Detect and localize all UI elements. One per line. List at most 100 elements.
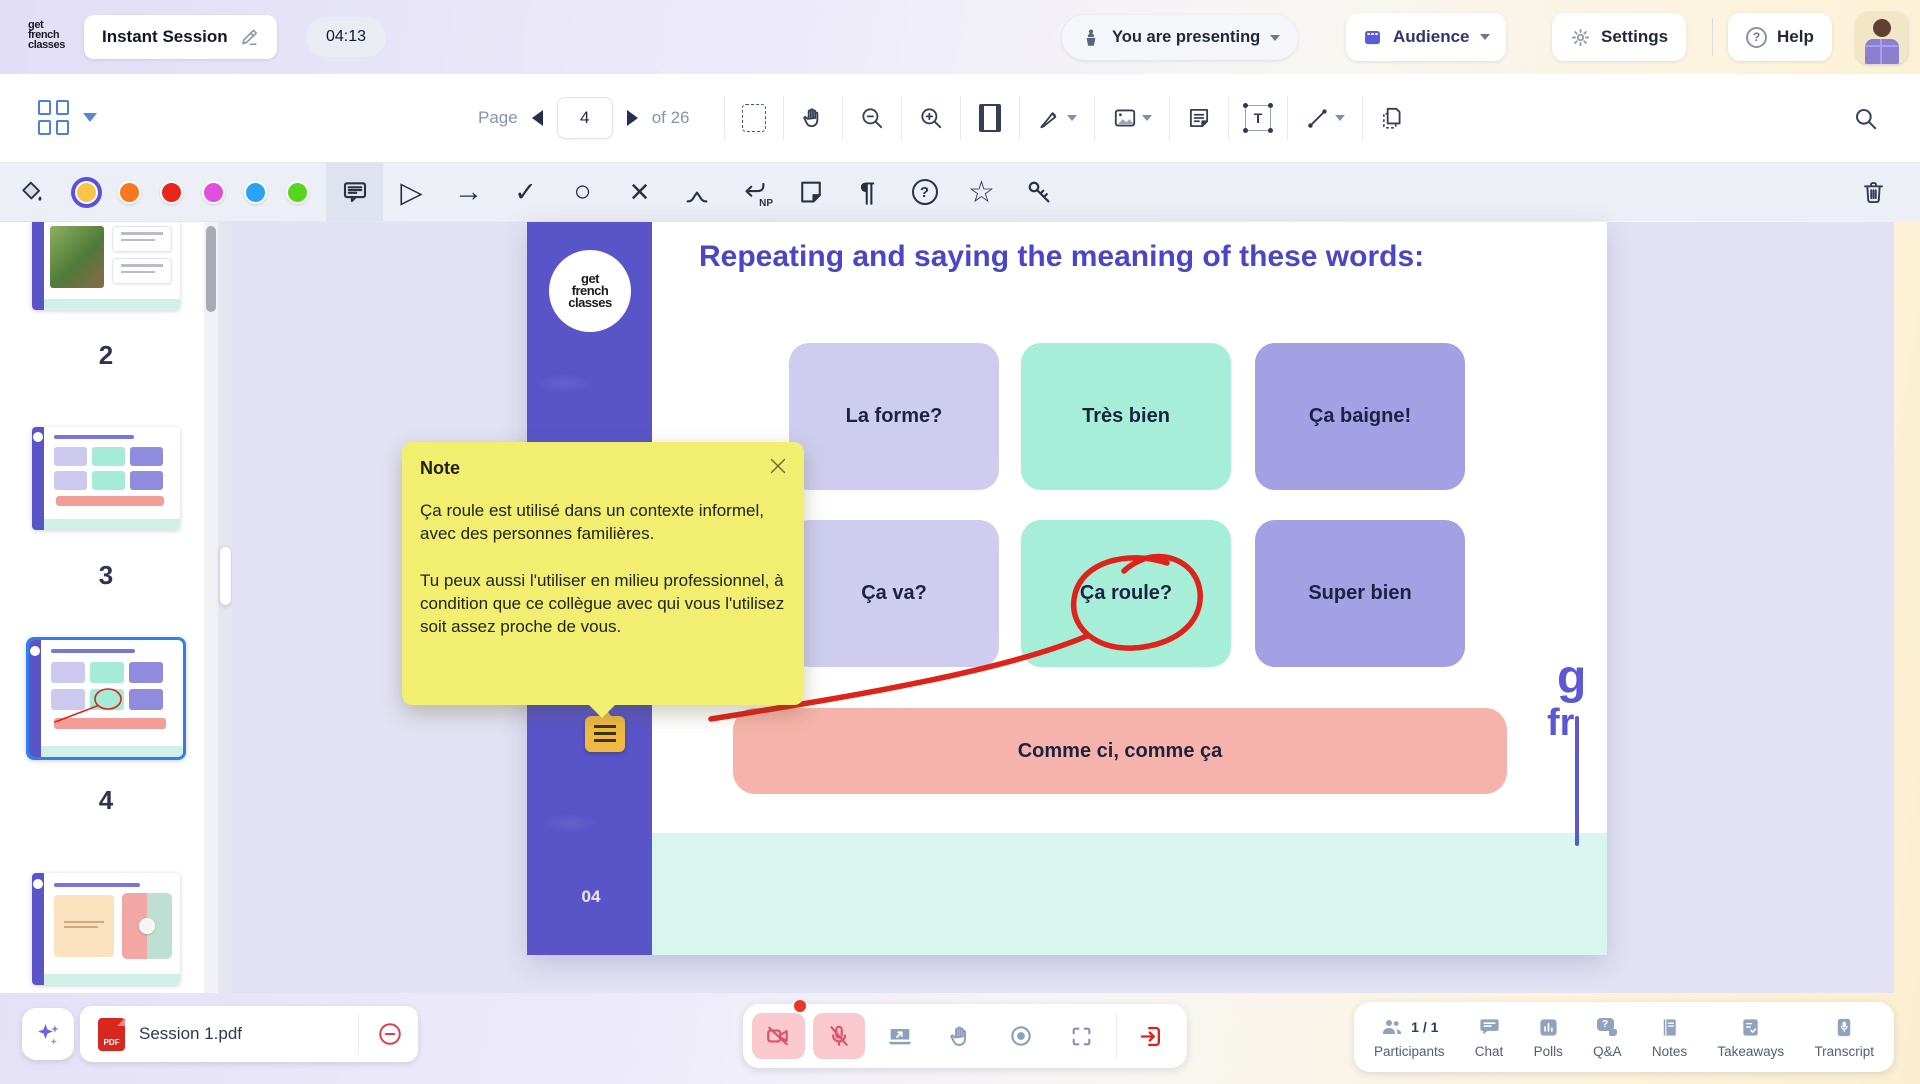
presenting-dropdown[interactable]: You are presenting: [1062, 15, 1298, 60]
next-page-button[interactable]: [627, 110, 638, 126]
mic-off-button[interactable]: [813, 1013, 866, 1059]
participants-icon: [1380, 1015, 1404, 1039]
sparkle-icon: [33, 1019, 63, 1049]
banner-comme-ci: Comme ci, comme ça: [733, 708, 1507, 794]
fill-tool[interactable]: [0, 163, 64, 221]
insert-caret-icon: [682, 177, 712, 207]
thumbnail-label-2: 2: [32, 340, 180, 371]
edit-pencil-icon[interactable]: [240, 28, 259, 47]
panel-polls[interactable]: Polls: [1534, 1016, 1563, 1059]
slide-logo-circle: get french classes: [549, 250, 631, 332]
zoom-in-tool[interactable]: [902, 74, 960, 163]
color-swatch-yellow[interactable]: [64, 181, 108, 204]
remove-document-button[interactable]: [376, 1020, 404, 1048]
document-toolbar: Page of 26: [0, 74, 1920, 163]
fullscreen-button[interactable]: [1056, 1013, 1109, 1059]
zoom-out-icon: [859, 105, 885, 131]
search-button[interactable]: [1846, 100, 1886, 138]
comment-stamp-tool[interactable]: [326, 163, 383, 221]
prev-page-button[interactable]: [532, 110, 543, 126]
panel-notes[interactable]: Notes: [1652, 1016, 1687, 1059]
note-anchor-marker[interactable]: [585, 716, 625, 752]
screen-share-button[interactable]: [873, 1013, 926, 1059]
fullscreen-icon: [1069, 1024, 1094, 1049]
page-navigation: Page of 26: [478, 74, 690, 162]
page-corner-icon: [796, 177, 826, 207]
key-stamp-tool[interactable]: [1010, 163, 1067, 221]
pen-caret-icon[interactable]: [1067, 115, 1077, 121]
panel-chat[interactable]: Chat: [1475, 1016, 1504, 1059]
pan-tool[interactable]: [784, 74, 842, 163]
note-close-icon[interactable]: [764, 452, 792, 480]
image-tool[interactable]: [1095, 74, 1169, 163]
minus-circle-icon: [377, 1021, 403, 1047]
layout-caret-icon[interactable]: [83, 113, 97, 122]
camera-off-button[interactable]: [752, 1013, 805, 1059]
note-paragraph-2: Tu peux aussi l'utiliser en milieu profe…: [420, 570, 790, 639]
panel-qa[interactable]: ? Q&A: [1593, 1016, 1622, 1059]
leave-session-button[interactable]: [1125, 1013, 1178, 1059]
question-stamp-tool[interactable]: ?: [896, 163, 953, 221]
page-number-input[interactable]: [557, 97, 613, 139]
chevron-down-icon: [1480, 34, 1490, 40]
sticky-note[interactable]: Note Ça roule est utilisé dans un contex…: [402, 442, 804, 705]
color-swatch-magenta[interactable]: [192, 181, 234, 204]
slide-thumbnail-4-selected[interactable]: [26, 637, 186, 760]
record-icon: [1008, 1023, 1034, 1049]
layout-grid-button[interactable]: [38, 100, 97, 135]
page-note-stamp-tool[interactable]: [782, 163, 839, 221]
panel-takeaways[interactable]: Takeaways: [1717, 1016, 1784, 1059]
audience-grid-icon: [1362, 27, 1383, 48]
note-tool[interactable]: [1170, 74, 1228, 163]
image-caret-icon[interactable]: [1142, 115, 1152, 121]
select-tool[interactable]: [725, 74, 783, 163]
duplicate-page-tool[interactable]: [1363, 74, 1421, 163]
record-button[interactable]: [995, 1013, 1048, 1059]
camera-off-icon: [765, 1023, 791, 1049]
sidebar-scrollbar-thumb[interactable]: [206, 226, 216, 312]
cross-stamp-tool[interactable]: ×: [611, 163, 668, 221]
tool-group: T: [724, 74, 1421, 162]
polls-icon: [1537, 1016, 1560, 1039]
session-title-pill[interactable]: Instant Session: [84, 15, 277, 59]
color-swatch-red[interactable]: [150, 181, 192, 204]
circle-stamp-tool[interactable]: ○: [554, 163, 611, 221]
play-stamp-tool[interactable]: ▷: [383, 163, 440, 221]
raise-hand-button[interactable]: [934, 1013, 987, 1059]
ai-assistant-button[interactable]: [22, 1008, 74, 1060]
color-swatch-green[interactable]: [276, 181, 318, 204]
slide-page-number: 04: [571, 887, 611, 907]
line-tool[interactable]: [1288, 74, 1362, 163]
slide-thumbnail-5[interactable]: [32, 873, 180, 985]
word-card-la-forme: La forme?: [789, 343, 999, 490]
audience-dropdown[interactable]: Audience: [1346, 13, 1506, 61]
panel-transcript[interactable]: Transcript: [1814, 1016, 1874, 1059]
settings-button[interactable]: Settings: [1552, 13, 1686, 61]
sidebar-resize-handle[interactable]: [220, 547, 231, 605]
avatar[interactable]: [1856, 12, 1908, 64]
slide-thumbnail-2[interactable]: [32, 222, 180, 310]
panel-participants[interactable]: 1 / 1 Participants: [1374, 1015, 1445, 1059]
word-card-ca-baigne: Ça baigne!: [1255, 343, 1465, 490]
exit-icon: [1138, 1023, 1165, 1050]
document-pill[interactable]: PDF Session 1.pdf: [80, 1006, 418, 1062]
color-swatch-orange[interactable]: [108, 181, 150, 204]
slide-title: Repeating and saying the meaning of thes…: [699, 240, 1479, 274]
insert-caret-stamp-tool[interactable]: [668, 163, 725, 221]
zoom-out-tool[interactable]: [843, 74, 901, 163]
text-tool[interactable]: T: [1229, 74, 1287, 163]
page-label: Page: [478, 108, 518, 128]
pilcrow-stamp-tool[interactable]: ¶: [839, 163, 896, 221]
check-stamp-tool[interactable]: ✓: [497, 163, 554, 221]
color-swatch-blue[interactable]: [234, 181, 276, 204]
slide-thumbnail-3[interactable]: [32, 427, 180, 530]
word-card-tres-bien: Très bien: [1021, 343, 1231, 490]
fit-page-tool[interactable]: [961, 74, 1019, 163]
help-button[interactable]: ? Help: [1728, 13, 1832, 61]
new-paragraph-stamp-tool[interactable]: NP: [725, 163, 782, 221]
line-caret-icon[interactable]: [1335, 115, 1345, 121]
delete-annotation-button[interactable]: [1850, 163, 1896, 221]
pen-tool[interactable]: [1020, 74, 1094, 163]
star-stamp-tool[interactable]: ☆: [953, 163, 1010, 221]
arrow-stamp-tool[interactable]: →: [440, 163, 497, 221]
